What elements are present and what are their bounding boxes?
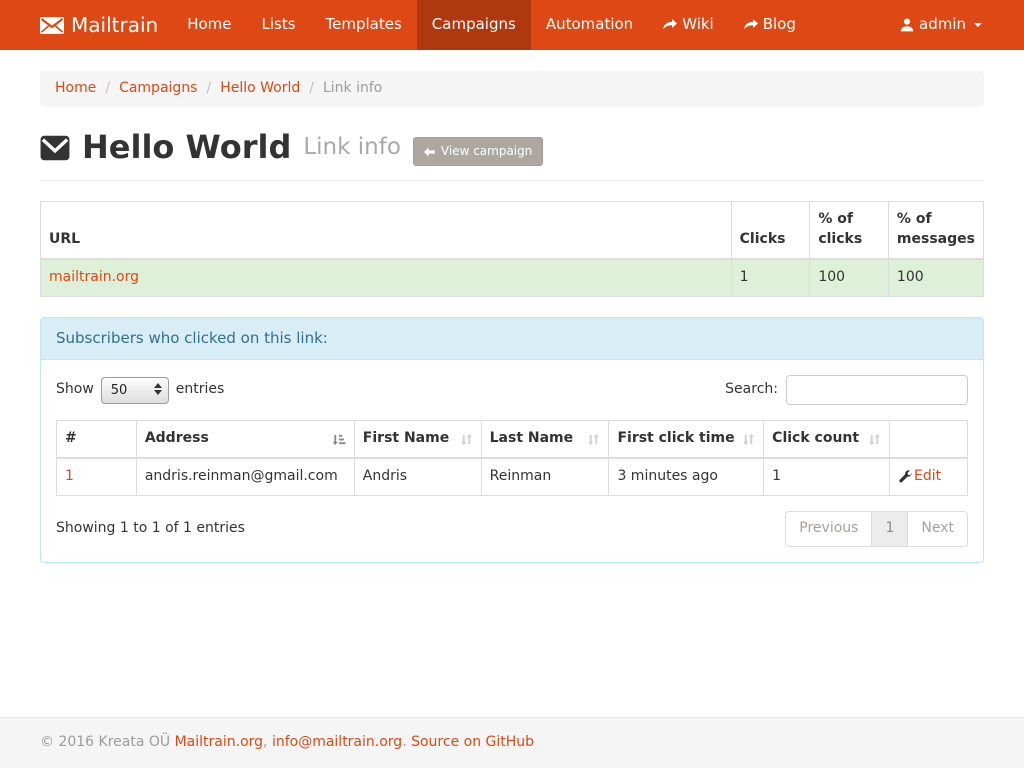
select-spinner-icon [154, 383, 162, 395]
col-last-name[interactable]: Last Name [481, 421, 609, 458]
col-address[interactable]: Address [136, 421, 354, 458]
main-nav: Home Lists Templates Campaigns Automatio… [172, 0, 811, 50]
breadcrumb-home[interactable]: Home [55, 79, 96, 99]
search-label: Search: [725, 380, 778, 400]
col-actions [890, 421, 968, 458]
show-label: Show [56, 380, 94, 400]
nav-item-automation[interactable]: Automation [531, 0, 648, 50]
footer: © 2016 Kreata OÜ Mailtrain.org, info@mai… [0, 717, 1024, 768]
subscribers-panel: Subscribers who clicked on this link: Sh… [40, 317, 984, 563]
page-number-button[interactable]: 1 [871, 511, 908, 547]
subscriber-num-link[interactable]: 1 [65, 468, 74, 484]
entries-label: entries [176, 380, 225, 400]
user-icon [900, 18, 914, 32]
page-length-control: Show 50 entries [56, 377, 224, 404]
links-table-row: mailtrain.org 1 100 100 [41, 259, 984, 296]
links-col-pct-messages: % of messages [888, 202, 983, 259]
next-page-button[interactable]: Next [907, 511, 968, 547]
external-link-icon [663, 19, 677, 31]
nav-item-campaigns[interactable]: Campaigns [417, 0, 531, 50]
sort-both-icon [587, 433, 600, 446]
col-first-click[interactable]: First click time [609, 421, 764, 458]
link-pct-clicks: 100 [810, 259, 889, 296]
links-col-pct-clicks: % of clicks [810, 202, 889, 259]
view-campaign-button[interactable]: View campaign [413, 137, 543, 166]
sort-both-icon [868, 433, 881, 446]
contact-email-link[interactable]: info@mailtrain.org [272, 734, 402, 750]
link-url[interactable]: mailtrain.org [49, 269, 139, 285]
links-table: URL Clicks % of clicks % of messages mai… [40, 201, 984, 297]
page-subtitle: Link info [303, 131, 401, 164]
subscriber-last-name: Reinman [481, 458, 609, 495]
navbar: Mailtrain Home Lists Templates Campaigns… [0, 0, 1024, 50]
nav-item-home[interactable]: Home [172, 0, 246, 50]
nav-item-lists[interactable]: Lists [246, 0, 310, 50]
github-source-link[interactable]: Source on GitHub [411, 734, 534, 750]
search-input[interactable] [786, 375, 968, 405]
inbox-icon [40, 135, 70, 161]
pagination: Previous 1 Next [785, 511, 968, 547]
caret-down-icon [974, 23, 982, 27]
nav-item-templates[interactable]: Templates [311, 0, 417, 50]
user-dropdown[interactable]: admin [898, 0, 984, 50]
user-label: admin [919, 14, 966, 35]
wrench-icon [898, 470, 912, 484]
col-first-name[interactable]: First Name [354, 421, 481, 458]
subscriber-first-name: Andris [354, 458, 481, 495]
breadcrumb-current: Link info [323, 79, 382, 99]
envelope-icon [40, 17, 64, 34]
table-info: Showing 1 to 1 of 1 entries [56, 519, 245, 539]
link-pct-messages: 100 [888, 259, 983, 296]
edit-link[interactable]: Edit [914, 467, 941, 487]
sort-asc-icon [331, 433, 346, 446]
nav-item-blog[interactable]: Blog [729, 0, 811, 50]
mailtrain-org-link[interactable]: Mailtrain.org [175, 734, 263, 750]
breadcrumb: Home Campaigns Hello World Link info [40, 71, 984, 107]
col-num[interactable]: # [57, 421, 137, 458]
page-header: Hello World Link info View campaign [40, 125, 984, 181]
page-size-select[interactable]: 50 [101, 377, 169, 404]
breadcrumb-campaign-name[interactable]: Hello World [220, 79, 300, 99]
copyright-text: © 2016 Kreata OÜ [40, 734, 175, 750]
sort-both-icon [742, 433, 755, 446]
subscribers-table: # Address First Name [56, 420, 968, 496]
back-arrow-icon [424, 147, 435, 157]
breadcrumb-campaigns[interactable]: Campaigns [119, 79, 197, 99]
subscriber-first-click: 3 minutes ago [609, 458, 764, 495]
brand-label: Mailtrain [71, 11, 158, 39]
external-link-icon [744, 19, 758, 31]
col-click-count[interactable]: Click count [764, 421, 890, 458]
brand-logo[interactable]: Mailtrain [40, 0, 172, 50]
previous-page-button[interactable]: Previous [785, 511, 872, 547]
link-clicks: 1 [731, 259, 810, 296]
subscriber-address: andris.reinman@gmail.com [136, 458, 354, 495]
links-col-clicks: Clicks [731, 202, 810, 259]
page-title: Hello World [82, 125, 291, 170]
links-col-url: URL [41, 202, 732, 259]
nav-item-wiki[interactable]: Wiki [648, 0, 729, 50]
sort-both-icon [460, 433, 473, 446]
subscriber-row: 1 andris.reinman@gmail.com Andris Reinma… [57, 458, 968, 495]
subscriber-click-count: 1 [764, 458, 890, 495]
panel-heading: Subscribers who clicked on this link: [41, 318, 983, 360]
